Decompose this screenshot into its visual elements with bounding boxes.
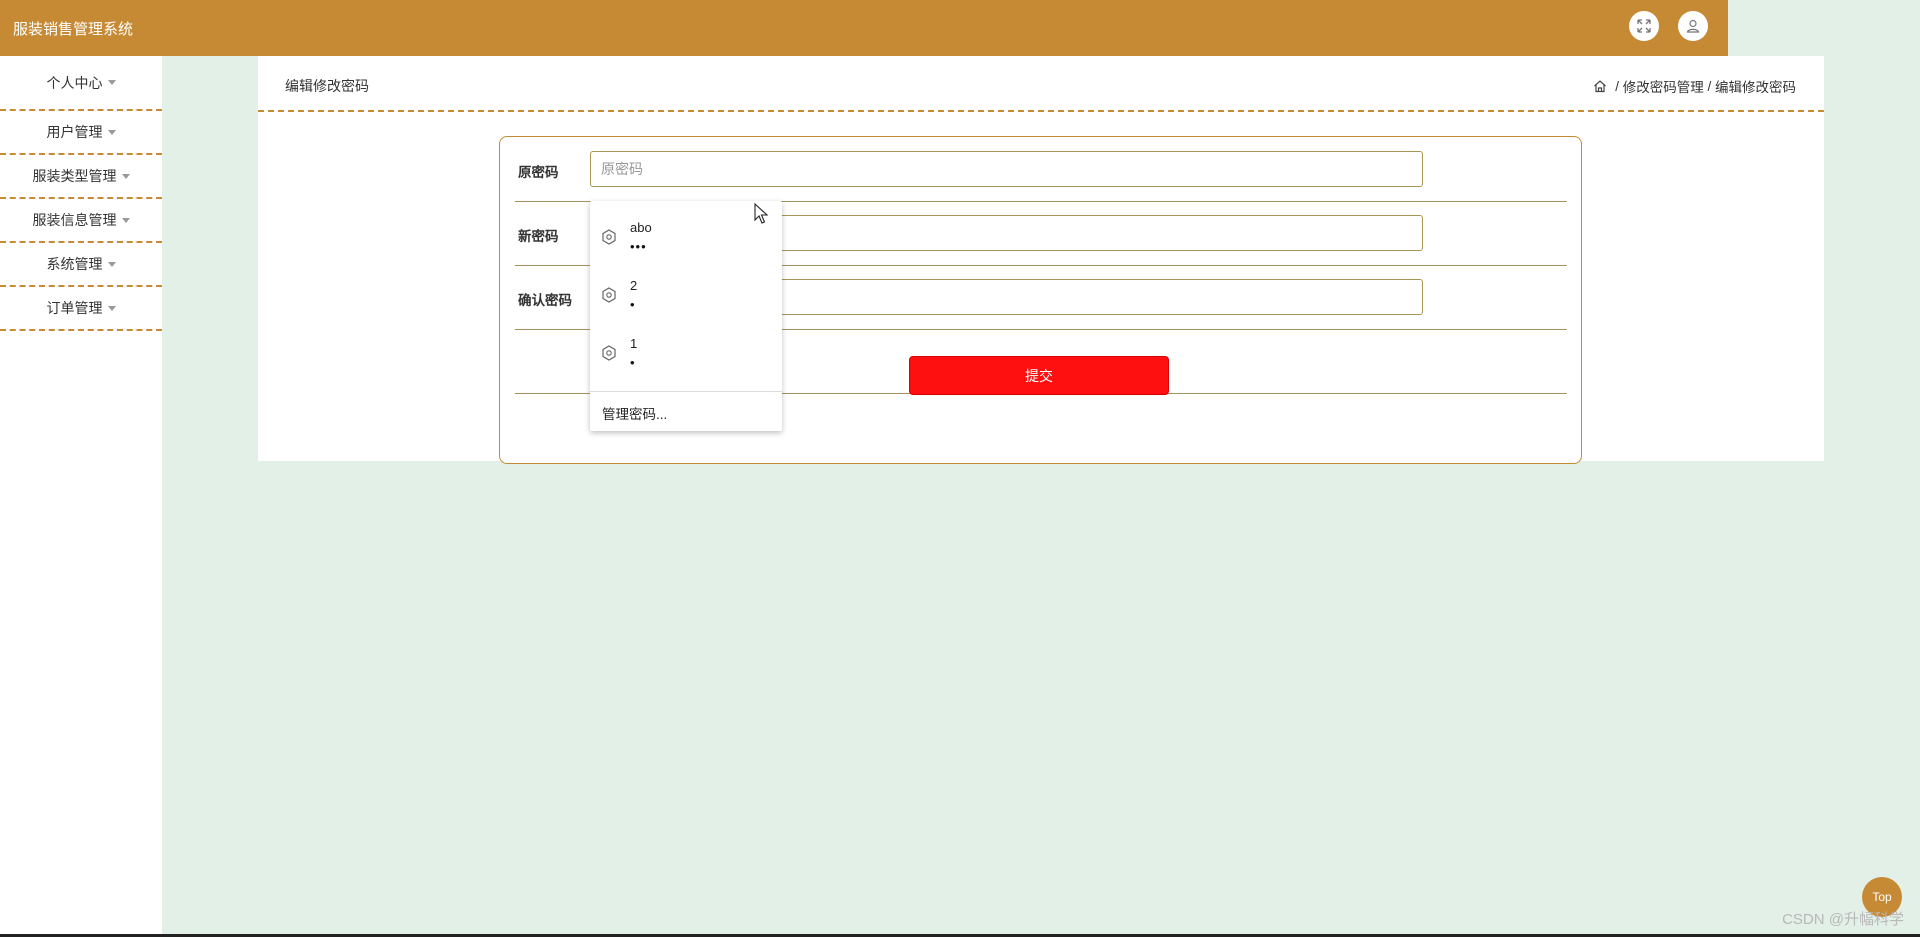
manage-passwords-link[interactable]: 管理密码... bbox=[602, 403, 667, 423]
user-button[interactable] bbox=[1678, 11, 1708, 41]
new-password-label: 新密码 bbox=[518, 229, 559, 244]
caret-down-icon bbox=[107, 80, 116, 85]
old-password-label: 原密码 bbox=[518, 165, 559, 180]
sidebar-item-label: 订单管理 bbox=[46, 300, 103, 316]
breadcrumb-separator: / bbox=[1611, 78, 1623, 94]
key-shield-icon bbox=[602, 287, 616, 303]
autofill-username: 1 bbox=[630, 336, 638, 351]
autofill-password-mask: • bbox=[630, 297, 636, 312]
breadcrumb-item[interactable]: 修改密码管理 bbox=[1623, 76, 1704, 96]
confirm-password-label: 确认密码 bbox=[518, 293, 572, 308]
fullscreen-icon bbox=[1637, 19, 1651, 33]
user-icon bbox=[1686, 19, 1700, 33]
sidebar: 个人中心 用户管理 服装类型管理 服装信息管理 系统管理 订单管理 bbox=[0, 56, 162, 934]
autofill-username: abo bbox=[630, 220, 652, 235]
caret-down-icon bbox=[121, 217, 130, 223]
app-title: 服装销售管理系统 bbox=[13, 21, 134, 38]
sidebar-item-clothing-type-management[interactable]: 服装类型管理 bbox=[0, 155, 162, 199]
old-password-input[interactable] bbox=[590, 151, 1423, 187]
home-icon[interactable] bbox=[1593, 79, 1607, 93]
sidebar-item-label: 个人中心 bbox=[46, 74, 103, 91]
caret-down-icon bbox=[107, 129, 116, 135]
sidebar-item-personal-center[interactable]: 个人中心 bbox=[0, 56, 162, 111]
sidebar-item-user-management[interactable]: 用户管理 bbox=[0, 111, 162, 155]
caret-down-icon bbox=[107, 305, 116, 311]
key-shield-icon bbox=[602, 345, 616, 361]
sidebar-item-label: 系统管理 bbox=[46, 256, 103, 272]
sidebar-item-label: 用户管理 bbox=[46, 124, 103, 140]
sidebar-item-label: 服装类型管理 bbox=[32, 168, 117, 184]
autofill-entry[interactable]: 1 • bbox=[590, 325, 782, 381]
autofill-password-mask: ••• bbox=[630, 239, 647, 254]
autofill-entry[interactable]: 2 • bbox=[590, 267, 782, 323]
sidebar-item-order-management[interactable]: 订单管理 bbox=[0, 287, 162, 331]
fullscreen-button[interactable] bbox=[1629, 11, 1659, 41]
submit-button[interactable]: 提交 bbox=[909, 356, 1169, 395]
sidebar-item-label: 服装信息管理 bbox=[32, 212, 117, 228]
sidebar-item-clothing-info-management[interactable]: 服装信息管理 bbox=[0, 199, 162, 243]
autofill-password-mask: • bbox=[630, 355, 636, 370]
password-autofill-dropdown: abo ••• 2 • 1 • 管理密码... bbox=[590, 201, 782, 431]
top-bar: 服装销售管理系统 bbox=[0, 0, 1728, 56]
breadcrumb: / 修改密码管理 / 编辑修改密码 bbox=[1593, 76, 1796, 96]
watermark: CSDN @升幅科学 bbox=[1782, 911, 1904, 928]
autofill-username: 2 bbox=[630, 278, 638, 293]
panel-header: 编辑修改密码 / 修改密码管理 / 编辑修改密码 bbox=[258, 56, 1824, 112]
breadcrumb-item: 编辑修改密码 bbox=[1715, 80, 1796, 95]
page-title: 编辑修改密码 bbox=[285, 78, 369, 94]
key-shield-icon bbox=[602, 229, 616, 245]
caret-down-icon bbox=[121, 173, 130, 179]
mouse-cursor-icon bbox=[754, 203, 768, 224]
autofill-divider bbox=[590, 391, 782, 392]
sidebar-item-system-management[interactable]: 系统管理 bbox=[0, 243, 162, 287]
breadcrumb-separator: / bbox=[1703, 78, 1715, 94]
caret-down-icon bbox=[107, 261, 116, 267]
form-row-old-password: 原密码 bbox=[515, 137, 1567, 202]
